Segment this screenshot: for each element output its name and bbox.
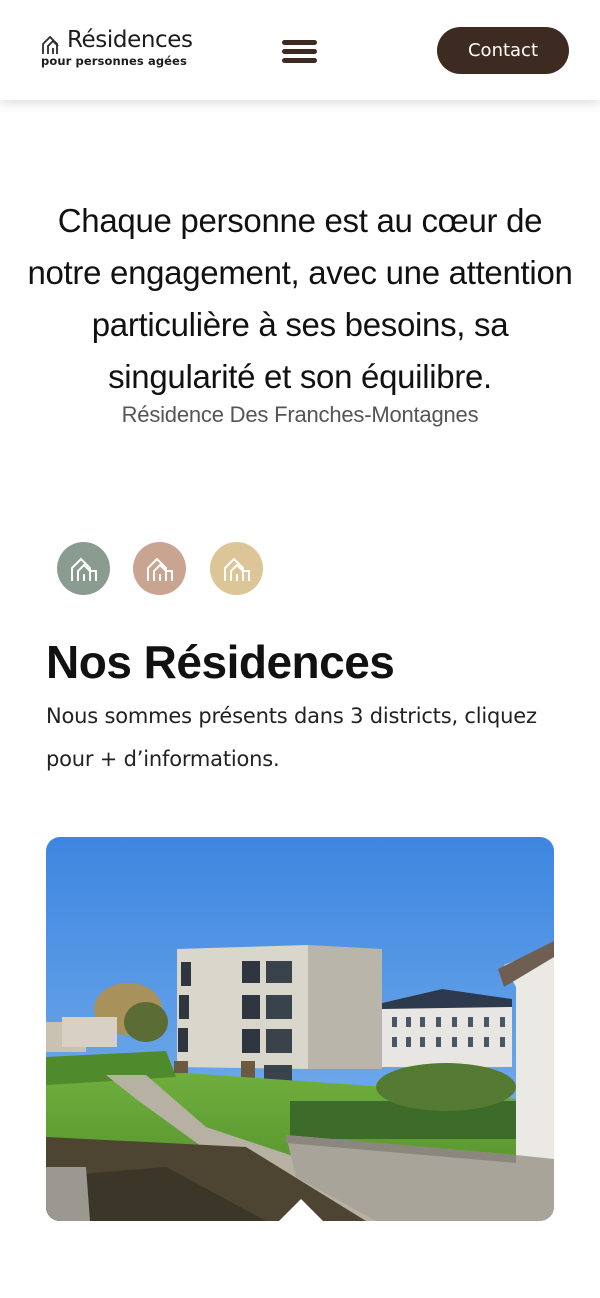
house-icon-green xyxy=(57,542,110,595)
hamburger-menu-icon[interactable] xyxy=(282,38,318,66)
residence-card[interactable] xyxy=(46,837,554,1221)
site-header: Résidences pour personnes agées Contact xyxy=(0,0,600,100)
active-caret xyxy=(279,1199,323,1221)
residence-photo xyxy=(46,837,554,1221)
contact-button[interactable]: Contact xyxy=(437,27,569,74)
residence-name[interactable]: Résidence Des Franches-Montagnes xyxy=(0,402,600,428)
logo[interactable]: Résidences pour personnes agées xyxy=(40,27,230,72)
logo-title: Résidences xyxy=(67,27,193,53)
section-subtitle: Nous sommes présents dans 3 districts, c… xyxy=(46,704,537,771)
house-icon-sand xyxy=(210,542,263,595)
logo-subtitle: pour personnes agées xyxy=(41,54,187,68)
house-outline-icon xyxy=(42,35,59,54)
section-title: Nos Résidences xyxy=(46,636,395,688)
intro-text: Chaque personne est au cœur de notre eng… xyxy=(27,202,573,395)
house-icon-rose xyxy=(133,542,186,595)
